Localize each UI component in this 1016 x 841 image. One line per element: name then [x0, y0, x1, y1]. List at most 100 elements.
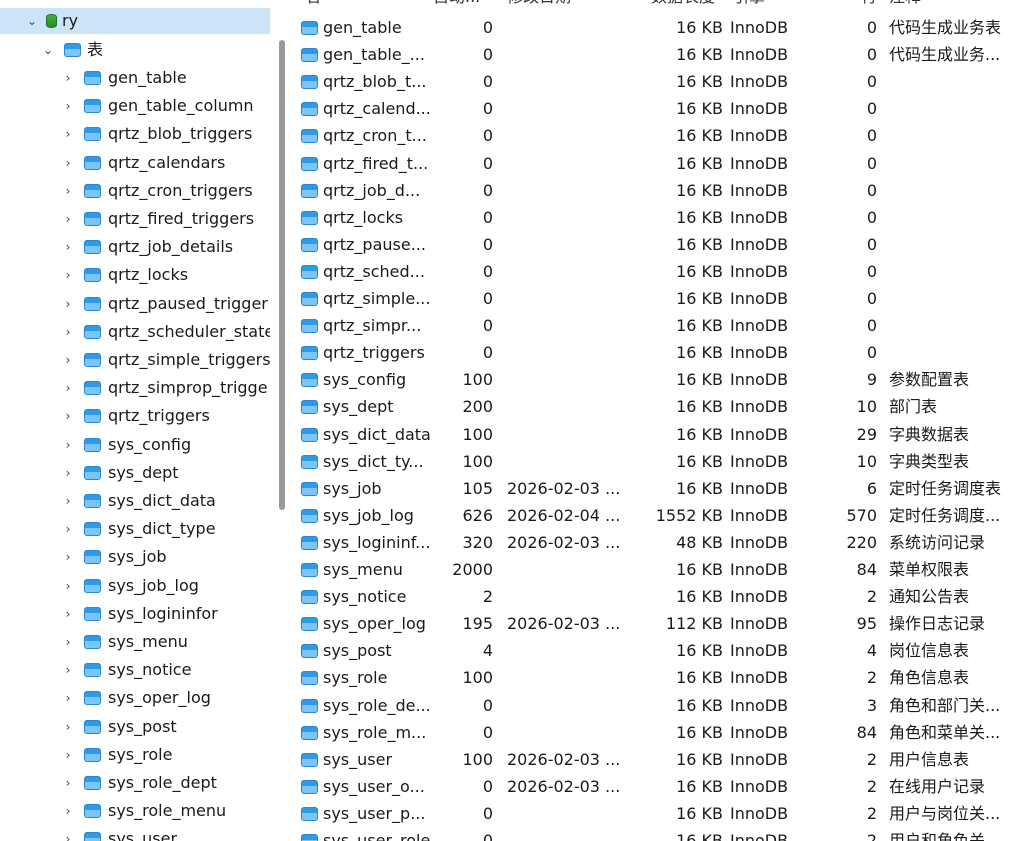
table-row[interactable]: qrtz_simpr... 0 16 KB InnoDB 0: [293, 312, 1016, 339]
table-row[interactable]: sys_dict_ty... 100 16 KB InnoDB 10 字典类型表: [293, 448, 1016, 475]
chevron-right-icon[interactable]: ›: [61, 406, 75, 426]
column-header-auto-increment[interactable]: 自动...: [433, 0, 493, 10]
table-row[interactable]: qrtz_pause... 0 16 KB InnoDB 0: [293, 231, 1016, 258]
table-row[interactable]: sys_dict_data 100 16 KB InnoDB 29 字典数据表: [293, 421, 1016, 448]
table-row[interactable]: sys_job 105 2026-02-03 ... 16 KB InnoDB 6 定时任务…: [293, 475, 1016, 502]
chevron-right-icon[interactable]: ›: [61, 378, 75, 398]
tree-node-label: sys_dept: [108, 462, 179, 482]
chevron-right-icon[interactable]: ›: [61, 576, 75, 596]
table-row[interactable]: qrtz_blob_t... 0 16 KB InnoDB 0: [293, 68, 1016, 95]
table-row[interactable]: sys_user_o... 0 2026-02-03 ... 16 KB InnoDB 2…: [293, 773, 1016, 800]
tree-node-table[interactable]: › sys_logininfor: [0, 601, 270, 627]
chevron-right-icon[interactable]: ›: [61, 350, 75, 370]
chevron-right-icon[interactable]: ›: [61, 294, 75, 314]
chevron-right-icon[interactable]: ›: [61, 801, 75, 821]
chevron-right-icon[interactable]: ›: [61, 322, 75, 342]
tree-node-table[interactable]: › sys_job_log: [0, 573, 270, 599]
tree-node-table[interactable]: › sys_post: [0, 714, 270, 740]
table-row[interactable]: sys_config 100 16 KB InnoDB 9 参数配置表: [293, 366, 1016, 393]
tree-node-table[interactable]: › sys_oper_log: [0, 685, 270, 711]
column-header-modified-date[interactable]: 修改日期: [507, 0, 571, 10]
chevron-right-icon[interactable]: ›: [61, 547, 75, 567]
table-row[interactable]: sys_role_m... 0 16 KB InnoDB 84 角色和菜单关...: [293, 719, 1016, 746]
chevron-right-icon[interactable]: ›: [61, 463, 75, 483]
table-row[interactable]: qrtz_triggers 0 16 KB InnoDB 0: [293, 339, 1016, 366]
tree-node-table[interactable]: › sys_user: [0, 826, 270, 841]
chevron-right-icon[interactable]: ›: [61, 124, 75, 144]
table-row[interactable]: sys_role 100 16 KB InnoDB 2 角色信息表: [293, 664, 1016, 691]
tree-scrollbar[interactable]: [279, 40, 285, 510]
table-row[interactable]: sys_oper_log 195 2026-02-03 ... 112 KB InnoD…: [293, 610, 1016, 637]
tree-node-table[interactable]: › qrtz_fired_triggers: [0, 206, 270, 232]
table-row[interactable]: sys_logininf... 320 2026-02-03 ... 48 KB Inn…: [293, 529, 1016, 556]
tree-node-table[interactable]: › qrtz_cron_triggers: [0, 178, 270, 204]
chevron-right-icon[interactable]: ›: [61, 96, 75, 116]
tree-node-table[interactable]: › sys_notice: [0, 657, 270, 683]
chevron-right-icon[interactable]: ›: [61, 435, 75, 455]
table-row[interactable]: sys_post 4 16 KB InnoDB 4 岗位信息表: [293, 637, 1016, 664]
table-row[interactable]: qrtz_sched... 0 16 KB InnoDB 0: [293, 258, 1016, 285]
chevron-right-icon[interactable]: ›: [61, 237, 75, 257]
table-row[interactable]: sys_user_role 0 16 KB InnoDB 2 用户和角色关...: [293, 827, 1016, 841]
table-row[interactable]: gen_table 0 16 KB InnoDB 0 代码生成业务表: [293, 14, 1016, 41]
tree-node-table[interactable]: › sys_config: [0, 432, 270, 458]
chevron-right-icon[interactable]: ›: [61, 153, 75, 173]
table-row[interactable]: sys_user 100 2026-02-03 ... 16 KB InnoDB 2 用户信…: [293, 746, 1016, 773]
table-row[interactable]: sys_menu 2000 16 KB InnoDB 84 菜单权限表: [293, 556, 1016, 583]
column-header-data-length[interactable]: 数据长度: [651, 0, 715, 10]
table-row[interactable]: qrtz_simple... 0 16 KB InnoDB 0: [293, 285, 1016, 312]
chevron-right-icon[interactable]: ›: [61, 688, 75, 708]
tree-node-table[interactable]: › qrtz_calendars: [0, 150, 270, 176]
tree-node-table[interactable]: › gen_table: [0, 65, 270, 91]
chevron-right-icon[interactable]: ›: [61, 265, 75, 285]
table-row[interactable]: sys_role_de... 0 16 KB InnoDB 3 角色和部门关...: [293, 692, 1016, 719]
tree-node-table[interactable]: › qrtz_job_details: [0, 234, 270, 260]
tree-node-table[interactable]: › sys_job: [0, 544, 270, 570]
tree-node-table[interactable]: › qrtz_simprop_trigge: [0, 375, 270, 401]
chevron-down-icon[interactable]: ⌄: [41, 40, 55, 60]
chevron-right-icon[interactable]: ›: [61, 519, 75, 539]
column-header-comment[interactable]: 注释: [889, 0, 921, 10]
column-header-engine[interactable]: 引擎: [733, 0, 765, 10]
tree-node-table[interactable]: › qrtz_triggers: [0, 403, 270, 429]
table-row[interactable]: qrtz_job_d... 0 16 KB InnoDB 0: [293, 177, 1016, 204]
chevron-right-icon[interactable]: ›: [61, 181, 75, 201]
table-row[interactable]: qrtz_cron_t... 0 16 KB InnoDB 0: [293, 122, 1016, 149]
table-row[interactable]: qrtz_fired_t... 0 16 KB InnoDB 0: [293, 150, 1016, 177]
chevron-right-icon[interactable]: ›: [61, 773, 75, 793]
tree-node-tables-folder[interactable]: ⌄ 表: [0, 37, 270, 63]
chevron-right-icon[interactable]: ›: [61, 717, 75, 737]
table-row[interactable]: sys_notice 2 16 KB InnoDB 2 通知公告表: [293, 583, 1016, 610]
chevron-right-icon[interactable]: ›: [61, 632, 75, 652]
chevron-right-icon[interactable]: ›: [61, 68, 75, 88]
tree-node-table[interactable]: › qrtz_simple_triggers: [0, 347, 270, 373]
tree-node-database[interactable]: ⌄ ry: [0, 8, 270, 34]
chevron-right-icon[interactable]: ›: [61, 829, 75, 841]
column-header-rows[interactable]: 行: [861, 0, 877, 10]
chevron-right-icon[interactable]: ›: [61, 745, 75, 765]
tree-node-table[interactable]: › qrtz_scheduler_state: [0, 319, 270, 345]
tree-node-table[interactable]: › sys_dept: [0, 460, 270, 486]
tree-node-table[interactable]: › sys_dict_type: [0, 516, 270, 542]
tree-node-table[interactable]: › qrtz_paused_trigger: [0, 291, 270, 317]
tree-node-table[interactable]: › qrtz_locks: [0, 262, 270, 288]
table-row[interactable]: sys_user_p... 0 16 KB InnoDB 2 用户与岗位关...: [293, 800, 1016, 827]
column-header-name[interactable]: 名: [305, 0, 321, 10]
table-row[interactable]: qrtz_calend... 0 16 KB InnoDB 0: [293, 95, 1016, 122]
tree-node-table[interactable]: › sys_dict_data: [0, 488, 270, 514]
table-row[interactable]: qrtz_locks 0 16 KB InnoDB 0: [293, 204, 1016, 231]
chevron-down-icon[interactable]: ⌄: [25, 11, 39, 31]
tree-node-table[interactable]: › sys_role_dept: [0, 770, 270, 796]
table-row[interactable]: sys_dept 200 16 KB InnoDB 10 部门表: [293, 393, 1016, 420]
chevron-right-icon[interactable]: ›: [61, 491, 75, 511]
tree-node-table[interactable]: › sys_role: [0, 742, 270, 768]
chevron-right-icon[interactable]: ›: [61, 660, 75, 680]
tree-node-table[interactable]: › gen_table_column: [0, 93, 270, 119]
tree-node-table[interactable]: › qrtz_blob_triggers: [0, 121, 270, 147]
table-row[interactable]: gen_table_... 0 16 KB InnoDB 0 代码生成业务...: [293, 41, 1016, 68]
tree-node-table[interactable]: › sys_menu: [0, 629, 270, 655]
tree-node-table[interactable]: › sys_role_menu: [0, 798, 270, 824]
chevron-right-icon[interactable]: ›: [61, 604, 75, 624]
chevron-right-icon[interactable]: ›: [61, 209, 75, 229]
table-row[interactable]: sys_job_log 626 2026-02-04 ... 1552 KB InnoD…: [293, 502, 1016, 529]
